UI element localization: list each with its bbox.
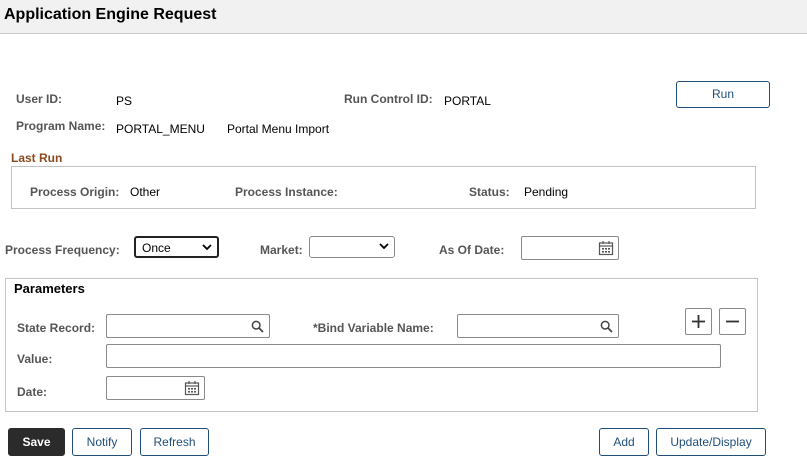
as-of-date-label: As Of Date: [439,243,505,257]
value-label: Value: [17,352,53,366]
last-run-group: Process Origin: Other Process Instance: … [11,166,756,209]
parameters-title: Parameters [14,281,85,296]
calendar-icon[interactable] [598,240,614,256]
process-instance-label: Process Instance: [235,185,338,199]
process-origin-value: Other [130,185,161,199]
update-display-button[interactable]: Update/Display [656,428,766,456]
notify-button[interactable]: Notify [72,428,132,456]
calendar-icon[interactable] [184,380,200,396]
run-button[interactable]: Run [676,81,770,108]
refresh-button[interactable]: Refresh [140,428,209,456]
minus-icon [726,320,739,323]
market-select[interactable] [309,236,395,258]
delete-row-button[interactable] [719,308,746,335]
user-id-label: User ID: [16,92,63,106]
user-id-value: PS [116,94,133,108]
state-record-input[interactable] [106,314,270,338]
status-value: Pending [524,185,569,199]
program-name-label: Program Name: [16,119,106,133]
date-label: Date: [17,385,48,399]
program-description: Portal Menu Import [227,122,330,136]
bind-variable-input[interactable] [457,314,619,338]
search-icon[interactable] [251,320,264,333]
process-frequency-label: Process Frequency: [5,243,120,257]
page-header: Application Engine Request [0,0,807,34]
state-record-label: State Record: [17,321,96,335]
program-name-value: PORTAL_MENU [116,122,205,136]
bind-variable-label: *Bind Variable Name: [313,321,434,335]
market-label: Market: [260,243,303,257]
status-label: Status: [469,185,510,199]
parameters-group: Parameters State Record: *Bind Variable … [5,278,758,412]
search-icon[interactable] [600,320,613,333]
chevron-down-icon [202,244,212,251]
as-of-date-input[interactable] [521,236,619,260]
process-frequency-value: Once [142,241,171,255]
value-input[interactable] [106,344,721,368]
chevron-down-icon [379,243,389,250]
page-title: Application Engine Request [4,6,217,23]
run-control-id-label: Run Control ID: [344,92,433,106]
add-button[interactable]: Add [599,428,649,456]
process-origin-label: Process Origin: [30,185,120,199]
last-run-title: Last Run [11,151,63,165]
run-control-id-value: PORTAL [444,94,491,108]
add-row-button[interactable] [685,308,712,335]
date-input[interactable] [106,376,205,400]
save-button[interactable]: Save [8,428,65,456]
plus-icon [692,315,705,328]
process-frequency-select[interactable]: Once [134,236,219,258]
